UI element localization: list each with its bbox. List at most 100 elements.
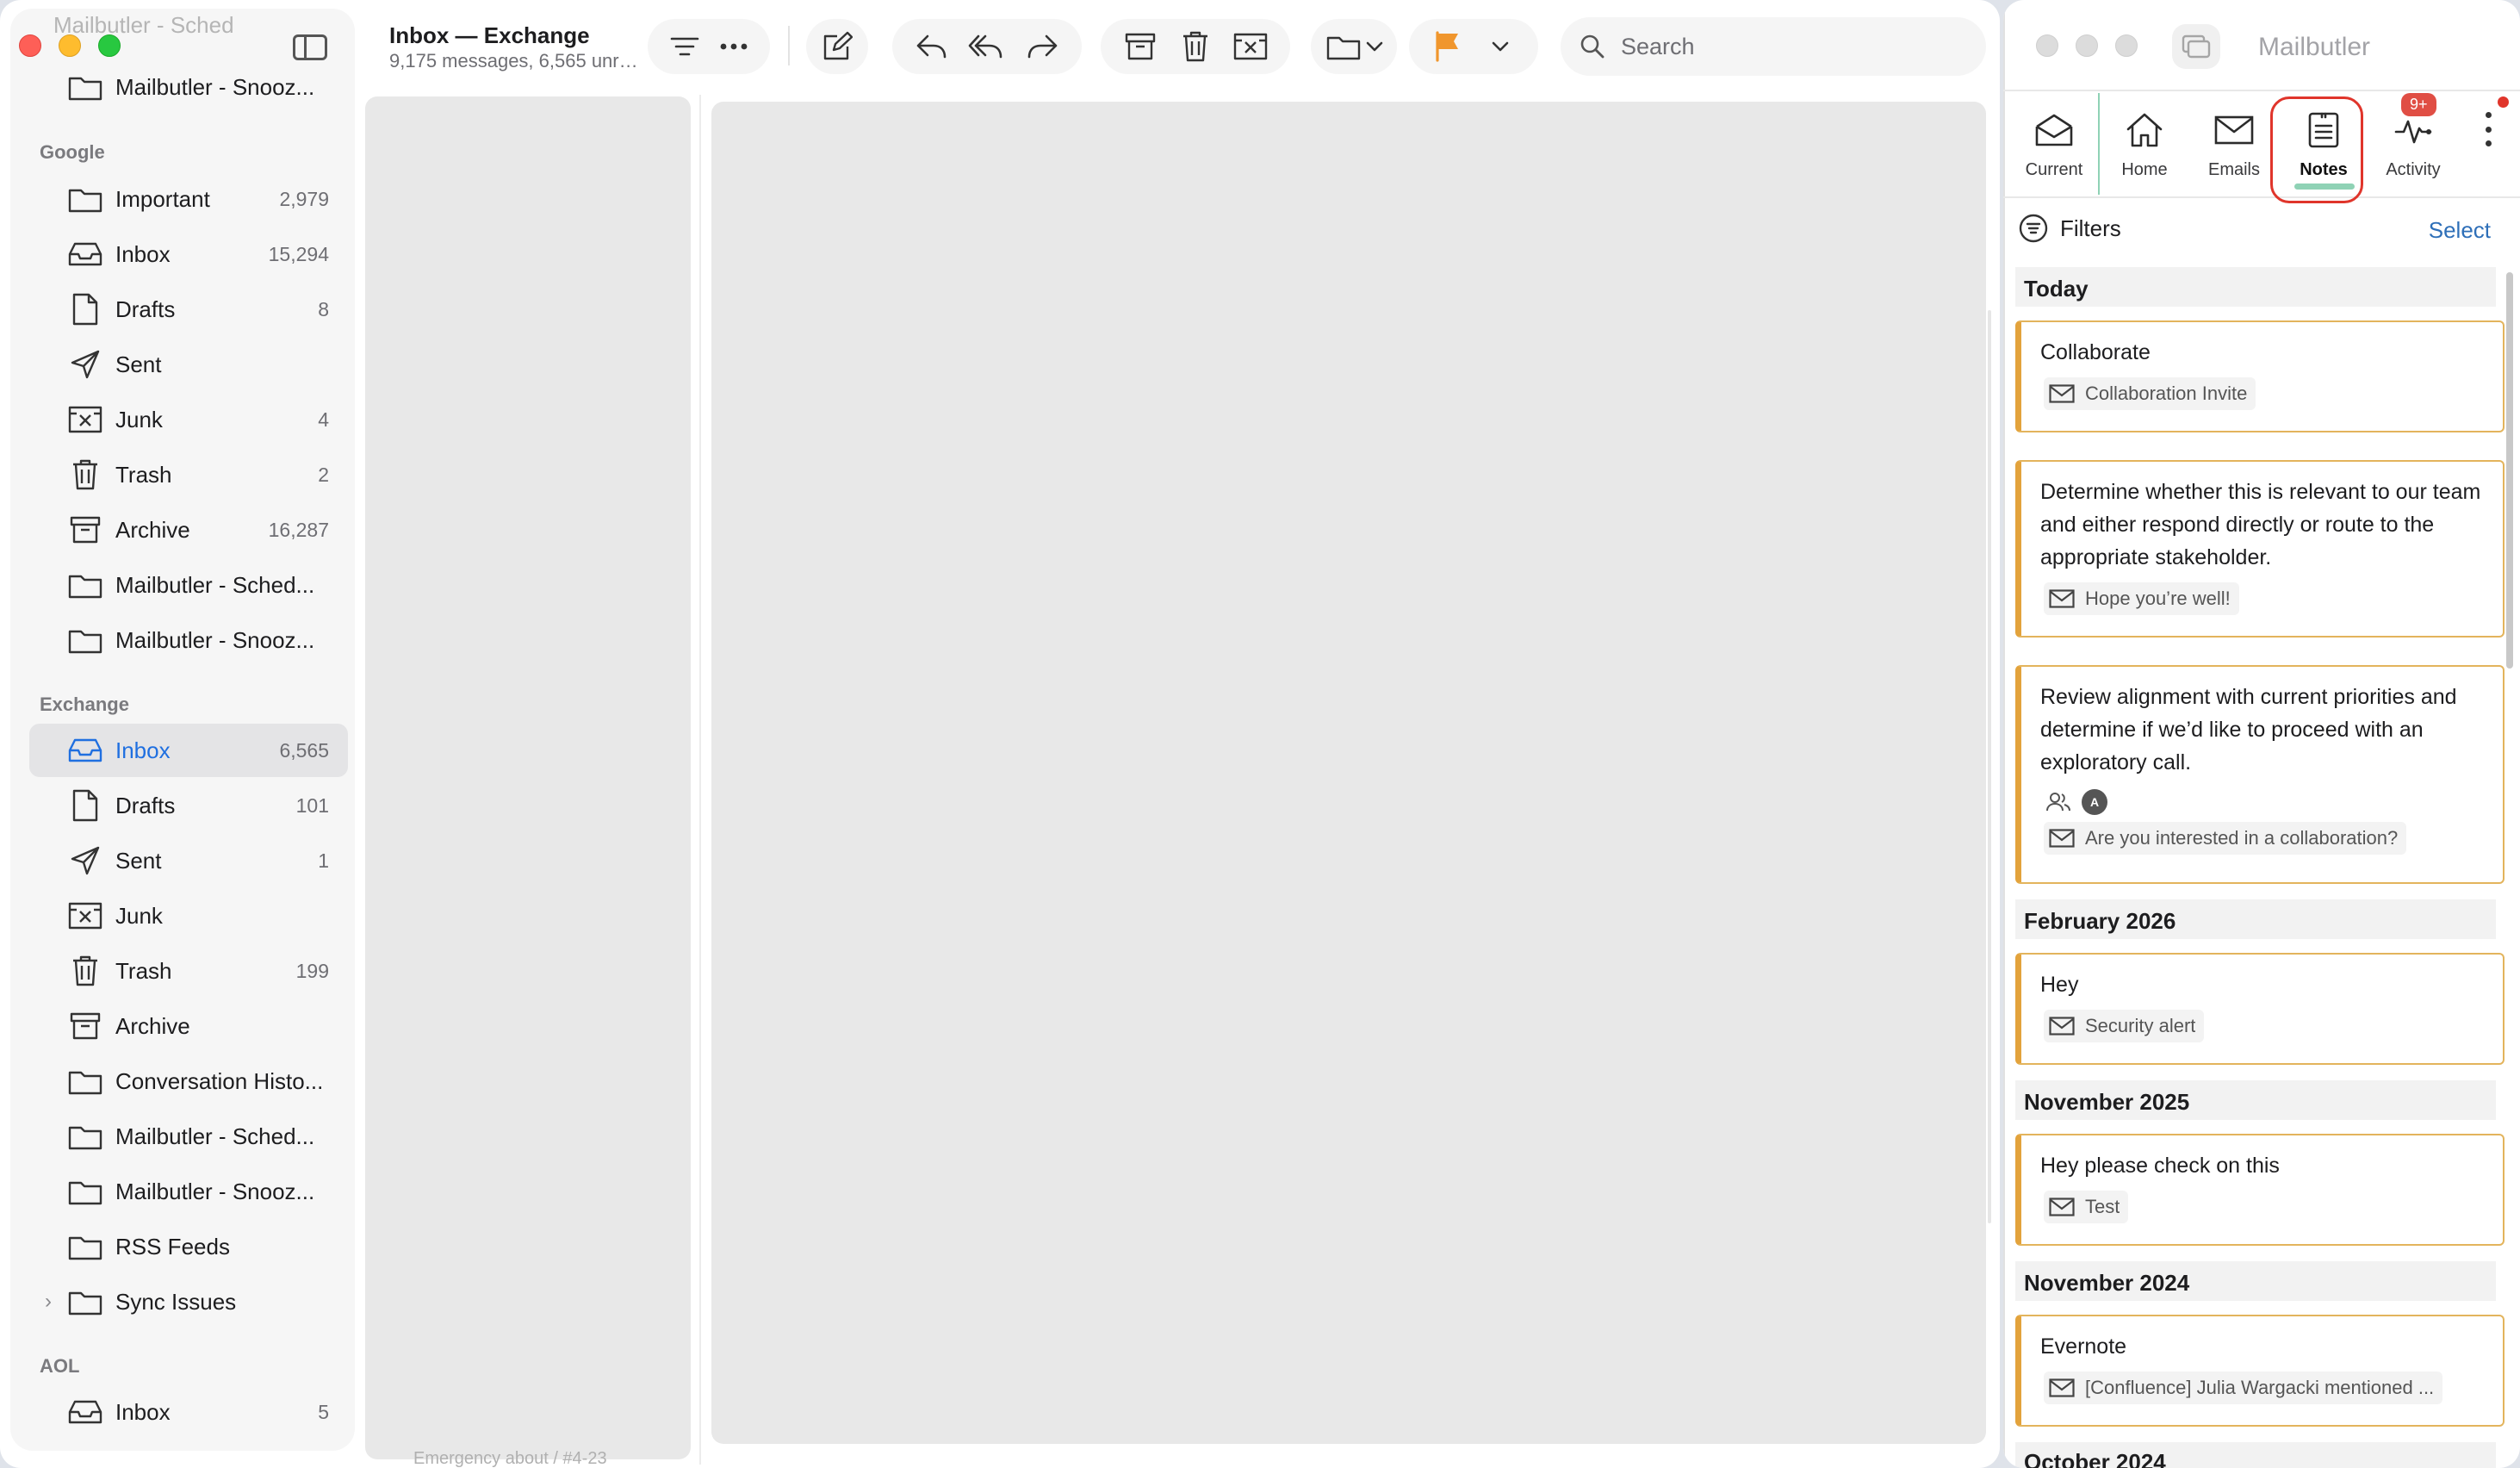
zoom-button[interactable] xyxy=(2115,34,2138,57)
sidebar-item-google-sent[interactable]: Sent xyxy=(29,338,348,391)
mail-sidebar: Mailbutler - Sched Mailbutler - Snooz...… xyxy=(10,9,355,1451)
sidebar-item-exchange-drafts[interactable]: Drafts 101 xyxy=(29,779,348,832)
sidebar-item-google-important[interactable]: Important 2,979 xyxy=(29,172,348,226)
filter-icon xyxy=(2019,214,2048,243)
flag-menu-button[interactable] xyxy=(1476,22,1524,71)
sidebar-item-exchange-inbox[interactable]: Inbox 6,565 xyxy=(29,724,348,777)
sidebar-item-exchange-sync-issues[interactable]: › Sync Issues xyxy=(29,1275,348,1328)
filters-button[interactable]: Filters xyxy=(2019,214,2121,243)
note-card[interactable]: Hey please check on this Test xyxy=(2015,1134,2504,1246)
linked-email-subject: Hope you’re well! xyxy=(2085,588,2231,609)
linked-email[interactable]: Collaboration Invite xyxy=(2044,377,2256,410)
sidebar-item-exchange-conversation-history[interactable]: Conversation Histo... xyxy=(29,1054,348,1108)
folder-icon xyxy=(67,181,103,217)
more-menu-button[interactable] xyxy=(2484,112,2492,146)
move-to-folder-button[interactable] xyxy=(1311,19,1397,74)
note-card[interactable]: Hey Security alert xyxy=(2015,953,2504,1065)
sidebar-item-label: Mailbutler - Snooz... xyxy=(115,626,315,653)
select-button[interactable]: Select xyxy=(2429,217,2491,244)
forward-button[interactable] xyxy=(1018,22,1066,71)
search-icon xyxy=(1580,34,1605,59)
tab-current[interactable]: Current xyxy=(2010,93,2100,195)
sidebar-item-google-archive[interactable]: Archive 16,287 xyxy=(29,503,348,557)
sidebar-item-google-junk[interactable]: Junk 4 xyxy=(29,393,348,446)
sidebar-item-mailbutler-snoozed-top[interactable]: Mailbutler - Snooz... xyxy=(29,60,348,114)
sidebar-item-exchange-junk[interactable]: Junk xyxy=(29,889,348,942)
reply-button[interactable] xyxy=(908,22,956,71)
close-button[interactable] xyxy=(19,34,41,57)
archive-button[interactable] xyxy=(1116,22,1164,71)
note-text: Evernote xyxy=(2040,1334,2127,1359)
sidebar-item-google-trash[interactable]: Trash 2 xyxy=(29,448,348,501)
tab-home[interactable]: Home xyxy=(2100,93,2189,195)
sidebar-item-label: Mailbutler - Snooz... xyxy=(115,73,315,100)
delete-button[interactable] xyxy=(1171,22,1220,71)
linked-email[interactable]: [Confluence] Julia Wargacki mentioned ..… xyxy=(2044,1372,2443,1404)
chevron-right-icon[interactable]: › xyxy=(45,1290,52,1314)
note-card[interactable]: Review alignment with current priorities… xyxy=(2015,665,2504,884)
inbox-icon xyxy=(67,732,103,768)
linked-email-subject: Collaboration Invite xyxy=(2085,383,2248,404)
linked-email[interactable]: Are you interested in a collaboration? xyxy=(2044,822,2407,855)
sidebar-toggle-button[interactable] xyxy=(293,34,327,60)
note-card[interactable]: Collaborate Collaboration Invite xyxy=(2015,320,2504,432)
close-button[interactable] xyxy=(2036,34,2058,57)
tab-notes[interactable]: Notes xyxy=(2279,93,2368,195)
sidebar-item-label: RSS Feeds xyxy=(115,1233,230,1260)
junk-icon xyxy=(67,401,103,438)
tab-label: Current xyxy=(2025,160,2083,179)
shared-with: A xyxy=(2045,789,2503,815)
sidebar-item-exchange-trash[interactable]: Trash 199 xyxy=(29,944,348,998)
note-text: Hey xyxy=(2040,973,2079,997)
folder-icon xyxy=(67,622,103,658)
minimize-button[interactable] xyxy=(59,34,81,57)
message-viewer xyxy=(711,102,1986,1444)
sidebar-item-exchange-mailbutler-snoozed[interactable]: Mailbutler - Snooz... xyxy=(29,1165,348,1218)
junk-button[interactable] xyxy=(1226,22,1275,71)
inbox-icon xyxy=(67,1394,103,1430)
sidebar-item-count: 4 xyxy=(318,407,329,431)
sidebar-item-exchange-sent[interactable]: Sent 1 xyxy=(29,834,348,887)
sidebar-item-exchange-mailbutler-scheduled[interactable]: Mailbutler - Sched... xyxy=(29,1110,348,1163)
section-header-november-2024: November 2024 xyxy=(2015,1261,2496,1301)
search-field[interactable]: Search xyxy=(1561,17,1986,76)
tab-label: Home xyxy=(2121,160,2168,179)
sidebar-item-google-inbox[interactable]: Inbox 15,294 xyxy=(29,227,348,281)
notes-scrollbar[interactable] xyxy=(2506,272,2513,669)
note-card[interactable]: Evernote [Confluence] Julia Wargacki men… xyxy=(2015,1315,2504,1427)
note-card[interactable]: Determine whether this is relevant to ou… xyxy=(2015,460,2504,638)
sidebar-item-aol-inbox[interactable]: Inbox 5 xyxy=(29,1385,348,1439)
message-list[interactable] xyxy=(365,96,691,1459)
tab-emails[interactable]: Emails xyxy=(2189,93,2279,195)
sidebar-item-exchange-archive[interactable]: Archive xyxy=(29,999,348,1053)
linked-email[interactable]: Hope you’re well! xyxy=(2044,582,2239,615)
folder-icon xyxy=(67,1229,103,1265)
toolbar-group-compose xyxy=(806,19,868,74)
sidebar-item-count: 101 xyxy=(295,793,329,817)
reply-all-button[interactable] xyxy=(963,22,1011,71)
sidebar-item-count: 8 xyxy=(318,297,329,320)
pane-divider[interactable] xyxy=(699,95,701,1465)
viewer-scrollbar[interactable] xyxy=(1988,310,1991,1223)
linked-email-subject: Are you interested in a collaboration? xyxy=(2085,827,2399,849)
linked-email-subject: Test xyxy=(2085,1196,2120,1217)
minimize-button[interactable] xyxy=(2076,34,2098,57)
sidebar-item-google-mailbutler-snoozed[interactable]: Mailbutler - Snooz... xyxy=(29,613,348,667)
linked-email-subject: Security alert xyxy=(2085,1015,2196,1036)
linked-email[interactable]: Test xyxy=(2044,1191,2129,1223)
flag-button[interactable] xyxy=(1424,22,1472,71)
linked-email[interactable]: Security alert xyxy=(2044,1010,2205,1042)
zoom-button[interactable] xyxy=(98,34,121,57)
people-icon xyxy=(2045,792,2071,812)
folder-icon xyxy=(67,567,103,603)
compose-button[interactable] xyxy=(818,22,856,71)
filter-button[interactable] xyxy=(661,22,709,71)
more-button[interactable] xyxy=(710,22,758,71)
sidebar-item-exchange-rss-feeds[interactable]: RSS Feeds xyxy=(29,1220,348,1273)
sidebar-item-label: Inbox xyxy=(115,1398,171,1425)
avatar[interactable]: A xyxy=(2082,789,2107,815)
detach-window-button[interactable] xyxy=(2172,24,2220,69)
sidebar-item-google-mailbutler-scheduled[interactable]: Mailbutler - Sched... xyxy=(29,558,348,612)
sidebar-item-google-drafts[interactable]: Drafts 8 xyxy=(29,283,348,336)
sidebar-item-label: Sent xyxy=(115,351,162,377)
